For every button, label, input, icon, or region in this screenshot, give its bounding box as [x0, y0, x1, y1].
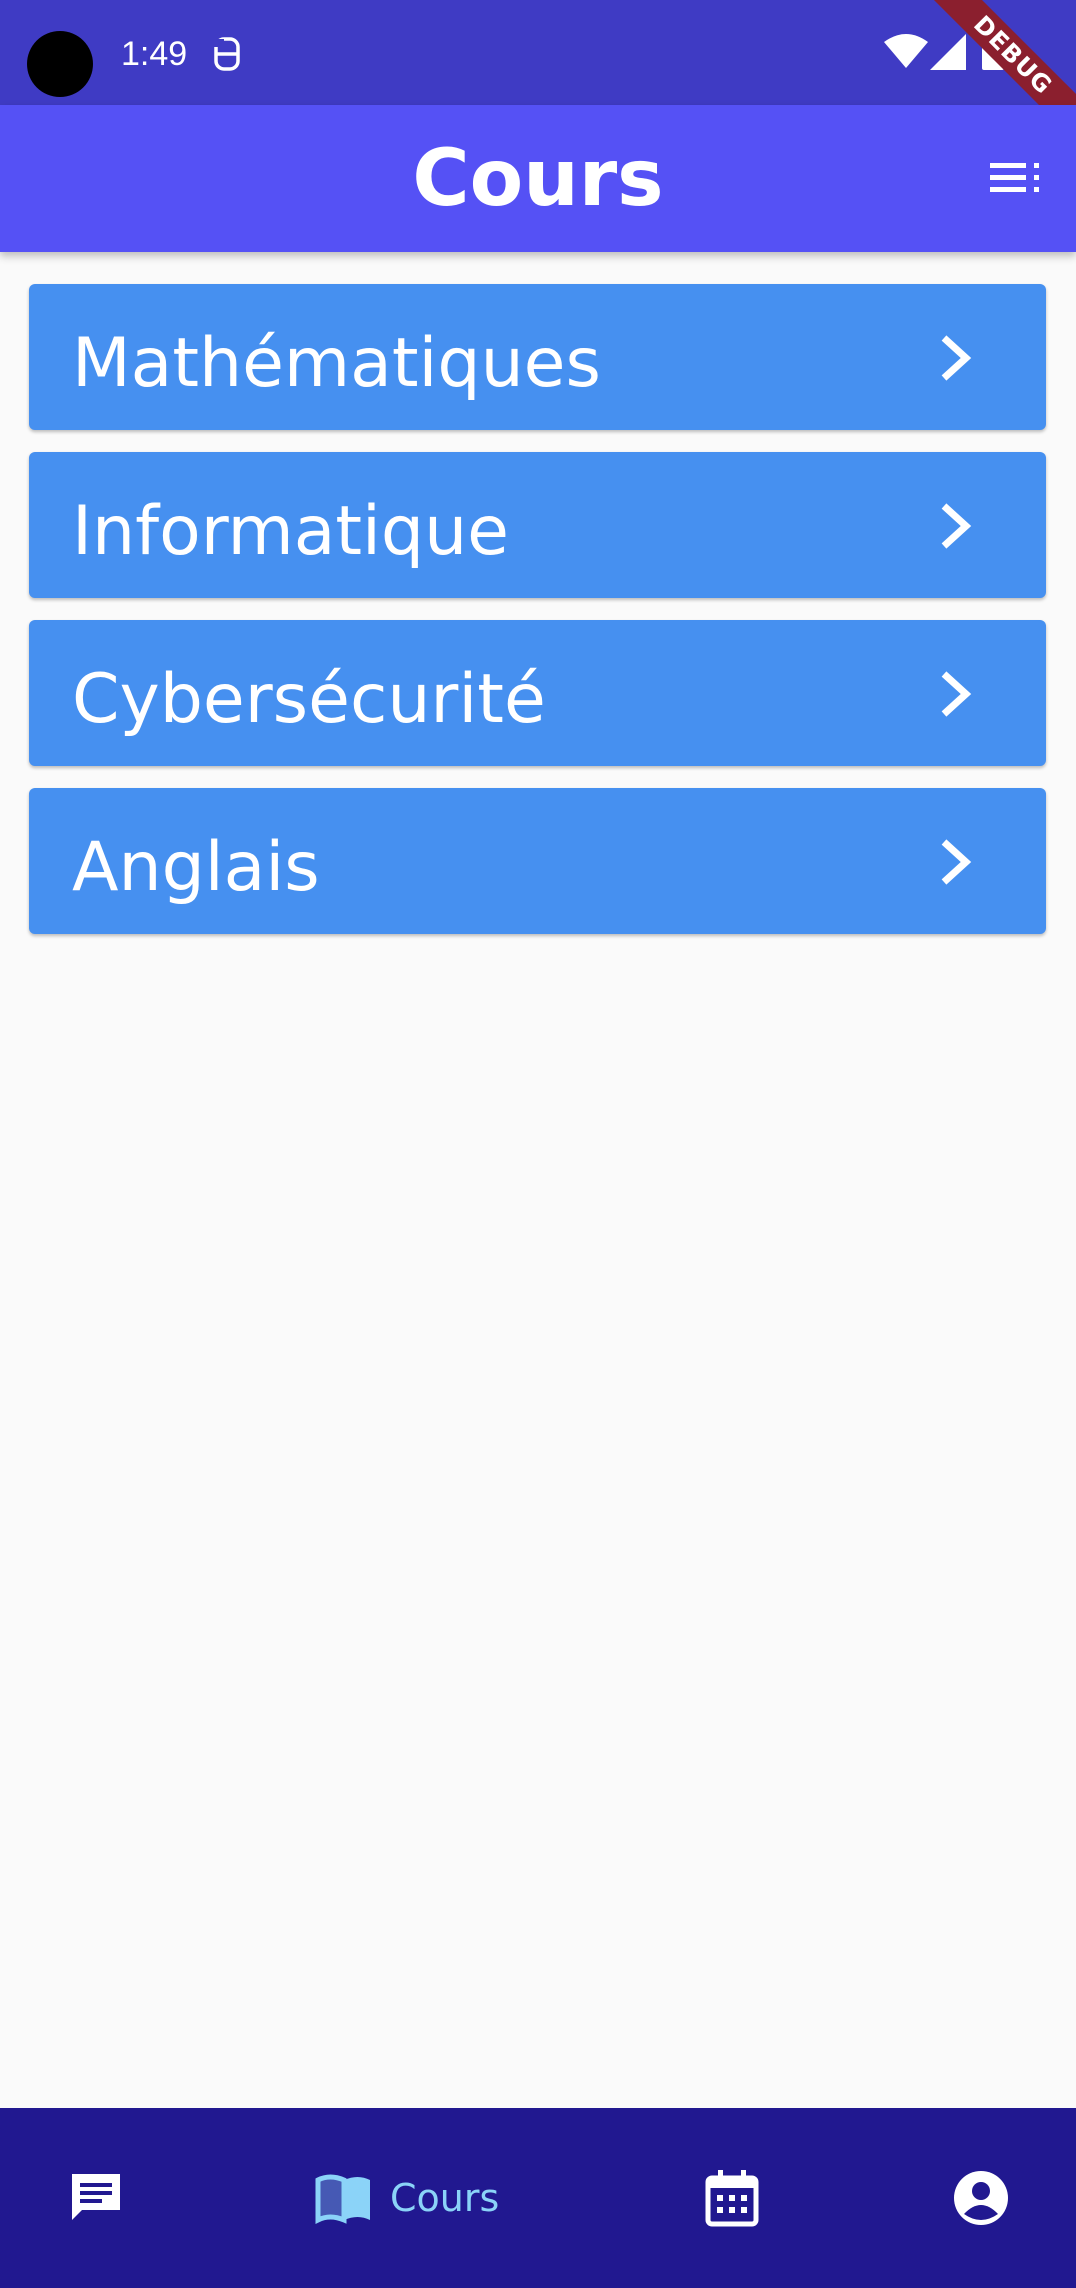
bottom-navigation: Cours — [0, 2108, 1076, 2288]
nav-item-cours[interactable]: Cours — [314, 2108, 499, 2288]
course-label: Cybersécurité — [72, 660, 546, 739]
wifi-icon — [884, 34, 928, 68]
nav-item-calendar[interactable] — [702, 2108, 762, 2288]
book-icon — [315, 2174, 370, 2225]
chevron-right-icon — [941, 671, 972, 717]
course-item-informatique[interactable]: Informatique — [29, 452, 1046, 598]
course-item-mathematiques[interactable]: Mathématiques — [29, 284, 1046, 430]
chevron-right-icon — [941, 335, 972, 381]
camera-cutout — [27, 31, 93, 97]
course-item-cybersecurite[interactable]: Cybersécurité — [29, 620, 1046, 766]
course-label: Anglais — [72, 828, 320, 907]
page-title: Cours — [412, 134, 664, 224]
sort-menu-icon[interactable] — [990, 159, 1042, 199]
chevron-right-icon — [941, 839, 972, 885]
nav-item-account[interactable] — [951, 2108, 1011, 2288]
chevron-right-icon — [941, 503, 972, 549]
course-item-anglais[interactable]: Anglais — [29, 788, 1046, 934]
app-bar: Cours — [0, 105, 1076, 252]
calendar-icon — [705, 2170, 759, 2227]
account-icon — [954, 2171, 1008, 2225]
nav-label-cours: Cours — [390, 2176, 500, 2220]
notification-icon — [214, 37, 240, 71]
course-label: Mathématiques — [72, 324, 601, 403]
chat-icon — [72, 2174, 120, 2220]
course-label: Informatique — [72, 492, 510, 571]
nav-item-chat[interactable] — [66, 2108, 126, 2288]
signal-icon — [930, 34, 966, 70]
status-bar: 1:49 DEBUG — [0, 0, 1076, 149]
course-list: Mathématiques Informatique Cybersécurité… — [29, 284, 1046, 956]
status-time: 1:49 — [121, 35, 188, 73]
